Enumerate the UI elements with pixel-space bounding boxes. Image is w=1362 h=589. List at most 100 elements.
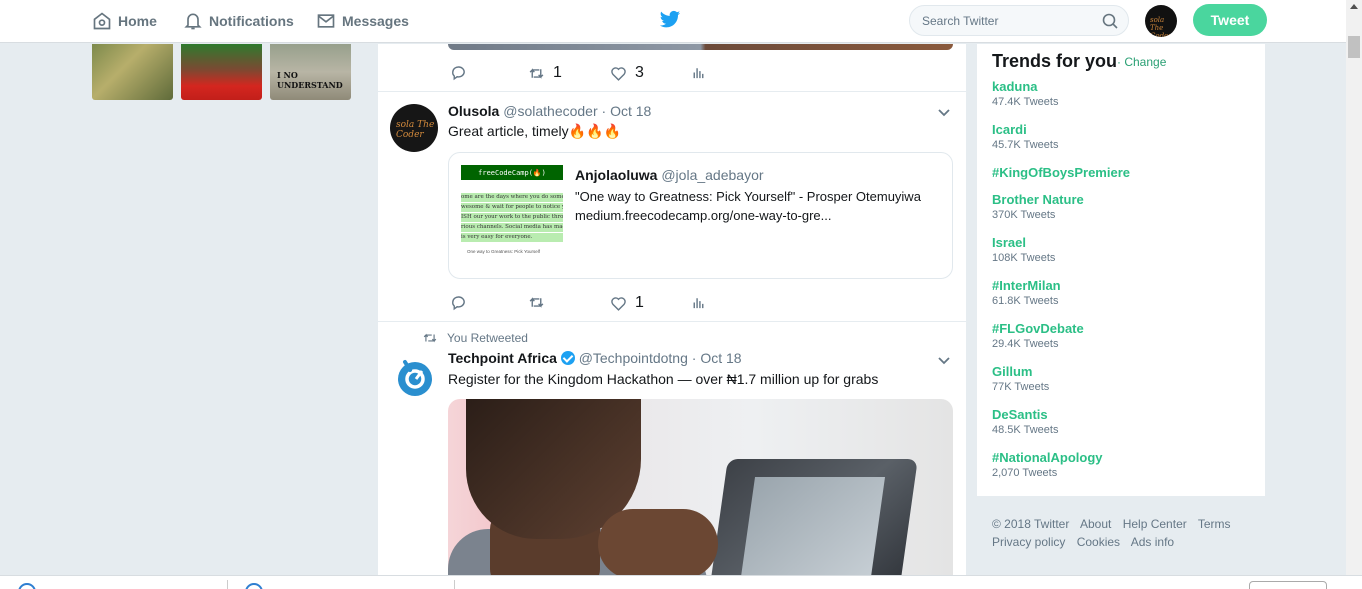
trend-name: kaduna	[992, 79, 1038, 94]
analytics-button[interactable]	[690, 64, 707, 81]
tweet-date[interactable]: · Oct 18	[602, 103, 652, 119]
footer-terms-link[interactable]: Terms	[1198, 517, 1231, 531]
card-thumbnail-text: ome are the days where you do somethin w…	[461, 193, 563, 243]
site-footer: © 2018 Twitter About Help Center Terms P…	[992, 515, 1262, 551]
reply-button[interactable]	[450, 64, 467, 81]
analytics-icon	[693, 298, 704, 309]
tweet-header: Olusola @solathecoder · Oct 18	[448, 103, 651, 119]
author-avatar-text: sola The Coder	[396, 120, 435, 140]
trend-item[interactable]: Gillum 77K Tweets	[992, 364, 1049, 393]
like-button[interactable]: 3	[610, 64, 644, 82]
footer-help-center-link[interactable]: Help Center	[1123, 517, 1187, 531]
card-thumbnail-header: freeCodeCamp(🔥)	[461, 165, 563, 180]
verified-badge-icon	[560, 351, 575, 365]
tweet-photo[interactable]	[448, 399, 953, 575]
nav-home-label: Home	[118, 13, 157, 29]
link-card[interactable]: freeCodeCamp(🔥) ome are the days where y…	[448, 152, 953, 279]
thumbnail-line: wesome & wait for people to notice you.	[461, 203, 563, 212]
media-photo-2[interactable]	[181, 44, 262, 100]
author-handle[interactable]: @Techpointdotng	[579, 350, 688, 366]
chevron-down-icon[interactable]	[937, 354, 951, 368]
trend-count: 48.5K Tweets	[992, 424, 1059, 436]
tweet-date[interactable]: · Oct 18	[692, 350, 742, 366]
nav-messages[interactable]: Messages	[316, 0, 409, 42]
show-all-downloads-button[interactable]	[1249, 581, 1327, 589]
trend-count: 2,070 Tweets	[992, 467, 1058, 479]
profile-avatar[interactable]: sola The Coder	[1145, 5, 1177, 37]
tweet-divider	[378, 91, 966, 92]
reply-icon	[452, 296, 465, 311]
heart-icon	[611, 296, 626, 311]
like-count: 1	[635, 294, 644, 311]
scroll-up-arrow-icon[interactable]	[1350, 4, 1358, 9]
nav-home[interactable]: Home	[92, 0, 157, 42]
trend-item[interactable]: #InterMilan 61.8K Tweets	[992, 278, 1061, 307]
home-icon	[93, 12, 111, 30]
like-button[interactable]: 1	[610, 294, 644, 312]
trend-name: DeSantis	[992, 407, 1048, 422]
thumbnail-line: is very easy for everyone.	[461, 233, 563, 242]
search-input[interactable]: Search Twitter	[909, 5, 1129, 36]
bell-icon	[184, 13, 202, 30]
card-author: Anjolaoluwa @jola_adebayor	[575, 167, 764, 183]
scroll-thumb[interactable]	[1348, 36, 1360, 58]
download-item-icon[interactable]	[245, 583, 263, 589]
envelope-icon	[317, 14, 335, 28]
footer-copyright: © 2018 Twitter	[992, 517, 1070, 531]
reply-button[interactable]	[450, 294, 467, 311]
thumbnail-line: ISH our your work to the public throug	[461, 213, 563, 222]
author-handle[interactable]: @solathecoder	[503, 103, 597, 119]
nav-notifications[interactable]: Notifications	[183, 0, 294, 42]
analytics-button[interactable]	[690, 294, 707, 311]
retweet-button[interactable]	[528, 294, 553, 311]
card-quote: "One way to Greatness: Pick Yourself" - …	[575, 189, 921, 204]
footer-about-link[interactable]: About	[1080, 517, 1111, 531]
chevron-down-icon[interactable]	[937, 106, 951, 120]
trend-item[interactable]: #NationalApology 2,070 Tweets	[992, 450, 1103, 479]
trend-count: 29.4K Tweets	[992, 338, 1059, 350]
card-link[interactable]: medium.freecodecamp.org/one-way-to-gre..…	[575, 206, 945, 225]
trend-item[interactable]: kaduna 47.4K Tweets	[992, 79, 1058, 108]
trend-name: Brother Nature	[992, 192, 1084, 207]
reply-icon	[452, 66, 465, 81]
trend-name: Israel	[992, 235, 1026, 250]
photo-laptop-screen	[740, 477, 886, 575]
thumbnail-line: rious channels. Social media has made	[461, 223, 563, 232]
search-icon[interactable]	[1102, 13, 1118, 29]
author-avatar[interactable]	[394, 354, 436, 396]
tweet-text: Great article, timely🔥🔥🔥	[448, 123, 621, 139]
media-photo-1[interactable]	[92, 44, 173, 100]
trend-item[interactable]: DeSantis 48.5K Tweets	[992, 407, 1058, 436]
thumbnail-footer: One way to Greatness: Pick Yourself	[467, 249, 541, 254]
retweet-button[interactable]: 1	[528, 64, 562, 82]
trend-item[interactable]: #KingOfBoysPremiere	[992, 165, 1130, 182]
twitter-bird-icon[interactable]	[659, 10, 681, 30]
nav-messages-label: Messages	[342, 13, 409, 29]
previous-tweet-media[interactable]	[448, 44, 953, 50]
footer-ads-info-link[interactable]: Ads info	[1131, 535, 1174, 549]
trend-item[interactable]: #FLGovDebate 29.4K Tweets	[992, 321, 1084, 350]
tweet-header: Techpoint Africa @Techpointdotng · Oct 1…	[448, 350, 742, 366]
author-name[interactable]: Olusola	[448, 103, 499, 119]
retweeted-label[interactable]: You Retweeted	[447, 331, 528, 345]
download-item-icon[interactable]	[18, 583, 36, 589]
author-name[interactable]: Techpoint Africa	[448, 350, 557, 366]
trend-name: Icardi	[992, 122, 1027, 137]
download-divider	[227, 580, 228, 589]
top-navigation-bar: Home Notifications Messages Search Twitt…	[0, 0, 1346, 43]
card-author-handle: @jola_adebayor	[661, 167, 764, 183]
trends-change-link[interactable]: · Change	[1117, 55, 1166, 69]
author-avatar[interactable]: sola The Coder	[390, 104, 438, 152]
profile-avatar-text: sola The Coder	[1150, 16, 1172, 37]
tweet-button[interactable]: Tweet	[1193, 4, 1267, 36]
trend-item[interactable]: Israel 108K Tweets	[992, 235, 1055, 264]
trend-count: 77K Tweets	[992, 381, 1050, 393]
footer-cookies-link[interactable]: Cookies	[1077, 535, 1120, 549]
page-scrollbar[interactable]	[1346, 0, 1362, 575]
trend-item[interactable]: Brother Nature 370K Tweets	[992, 192, 1084, 221]
media-photo-3[interactable]: I NO UNDERSTAND	[270, 44, 351, 100]
footer-privacy-link[interactable]: Privacy policy	[992, 535, 1065, 549]
trend-name: #KingOfBoysPremiere	[992, 165, 1130, 180]
trend-item[interactable]: Icardi 45.7K Tweets	[992, 122, 1058, 151]
heart-icon	[611, 66, 626, 81]
